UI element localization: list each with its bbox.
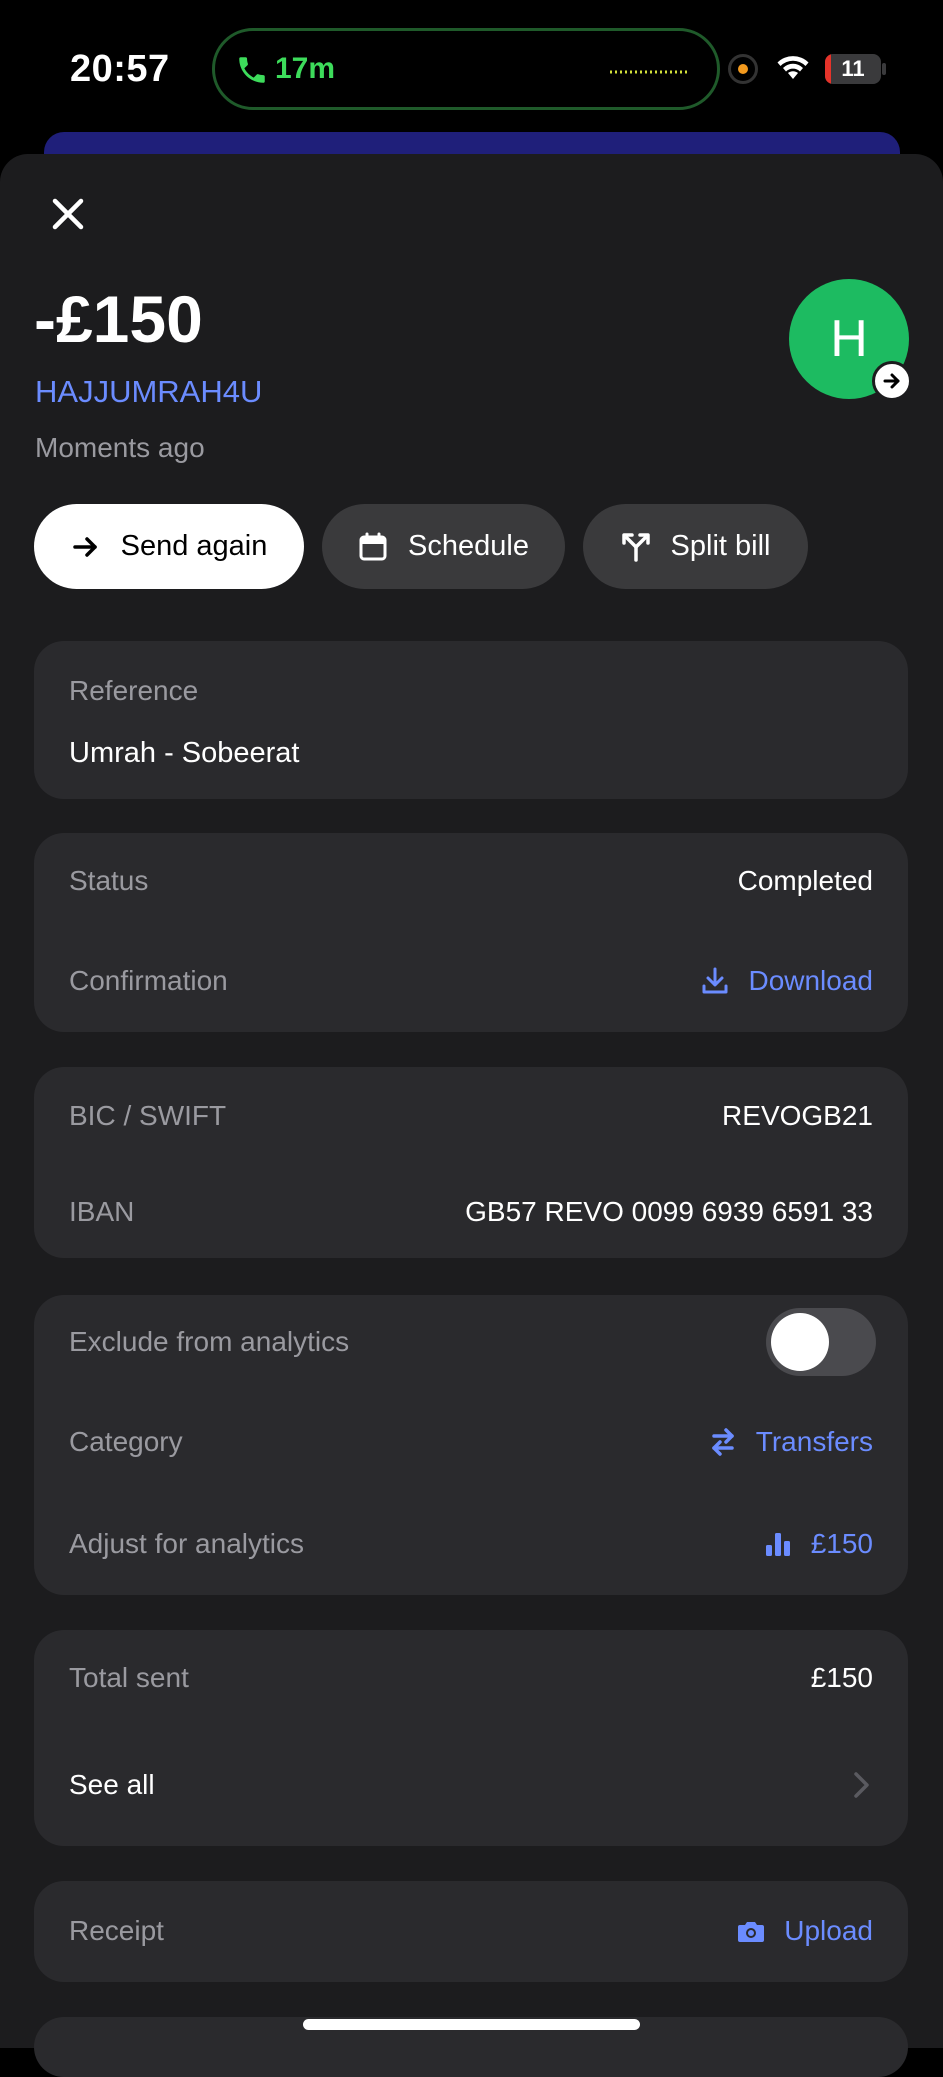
battery-icon: 11 (825, 54, 887, 84)
bic-label: BIC / SWIFT (69, 1100, 227, 1131)
calendar-icon (359, 532, 387, 560)
category-value[interactable]: Transfers (708, 1422, 873, 1462)
analytics-card: Exclude from analytics Category Transfer… (34, 1295, 908, 1595)
arrow-right-icon (72, 536, 97, 557)
status-time: 20:57 (70, 48, 170, 90)
status-value: Completed (737, 865, 873, 896)
payee-name-link[interactable]: HAJJUMRAH4U (35, 374, 262, 410)
chevron-right-icon (854, 1772, 869, 1798)
bic-row: BIC / SWIFT REVOGB21 (69, 1096, 873, 1136)
receipt-row: Receipt Upload (69, 1911, 873, 1951)
phone-icon (239, 57, 265, 83)
adjust-analytics-row[interactable]: Adjust for analytics £150 (69, 1524, 873, 1564)
category-row[interactable]: Category Transfers (69, 1422, 873, 1462)
total-sent-row: Total sent £150 (69, 1658, 873, 1698)
receipt-card: Receipt Upload (34, 1881, 908, 1982)
reference-label: Reference (69, 675, 199, 706)
confirmation-label: Confirmation (69, 965, 228, 996)
home-indicator[interactable] (303, 2019, 640, 2030)
adjust-analytics-amount: £150 (810, 1528, 873, 1559)
split-bill-button[interactable]: Split bill (583, 504, 808, 589)
download-button[interactable]: Download (700, 961, 873, 1001)
recording-indicator-icon (728, 54, 758, 84)
dynamic-island-call[interactable]: 17m (212, 28, 720, 110)
toggle-knob (771, 1313, 829, 1371)
battery-level: 11 (841, 56, 865, 81)
camera-icon (738, 1922, 765, 1942)
status-row: Status Completed (69, 861, 873, 901)
call-duration: 17m (275, 52, 336, 85)
exclude-analytics-label: Exclude from analytics (69, 1326, 350, 1357)
adjust-analytics-label: Adjust for analytics (69, 1528, 304, 1559)
transfer-arrows-icon (712, 1428, 734, 1456)
exclude-analytics-toggle[interactable] (766, 1308, 876, 1376)
bank-details-card: BIC / SWIFT REVOGB21 IBAN GB57 REVO 0099… (34, 1067, 908, 1258)
status-label: Status (69, 865, 149, 896)
iban-row: IBAN GB57 REVO 0099 6939 6591 33 (69, 1192, 873, 1232)
confirmation-row: Confirmation Download (69, 961, 873, 1001)
reference-value: Umrah - Sobeerat (69, 737, 300, 769)
wifi-icon (777, 56, 809, 79)
schedule-label: Schedule (408, 530, 529, 562)
schedule-button[interactable]: Schedule (322, 504, 565, 589)
upload-receipt-button[interactable]: Upload (736, 1911, 873, 1951)
category-label: Category (69, 1426, 183, 1457)
transaction-amount: -£150 (34, 282, 203, 356)
download-label: Download (748, 965, 873, 996)
split-bill-label: Split bill (670, 530, 771, 562)
bic-value[interactable]: REVOGB21 (722, 1096, 873, 1136)
reference-card: Reference Umrah - Sobeerat (34, 641, 908, 799)
close-icon[interactable] (48, 194, 88, 234)
exclude-analytics-row: Exclude from analytics (69, 1322, 873, 1362)
send-again-label: Send again (120, 530, 268, 562)
transaction-time: Moments ago (35, 432, 205, 463)
totals-card: Total sent £150 See all (34, 1630, 908, 1846)
split-icon (621, 532, 650, 562)
see-all-row[interactable]: See all (69, 1765, 873, 1805)
iban-label: IBAN (69, 1196, 135, 1227)
total-sent-label: Total sent (69, 1662, 189, 1693)
audio-wave-icon (610, 70, 690, 74)
download-icon (702, 967, 728, 994)
total-sent-value: £150 (810, 1662, 873, 1693)
see-all-label: See all (69, 1769, 155, 1800)
iban-value[interactable]: GB57 REVO 0099 6939 6591 33 (465, 1192, 873, 1232)
status-card: Status Completed Confirmation Download (34, 833, 908, 1032)
status-bar: 20:57 17m 11 (0, 0, 943, 140)
adjust-analytics-value[interactable]: £150 (763, 1524, 873, 1564)
receipt-label: Receipt (69, 1915, 164, 1946)
upload-label: Upload (784, 1915, 873, 1946)
send-again-button[interactable]: Send again (34, 504, 304, 589)
arrow-right-icon (872, 361, 912, 401)
bar-chart-icon (765, 1533, 790, 1556)
category-name: Transfers (755, 1426, 873, 1457)
